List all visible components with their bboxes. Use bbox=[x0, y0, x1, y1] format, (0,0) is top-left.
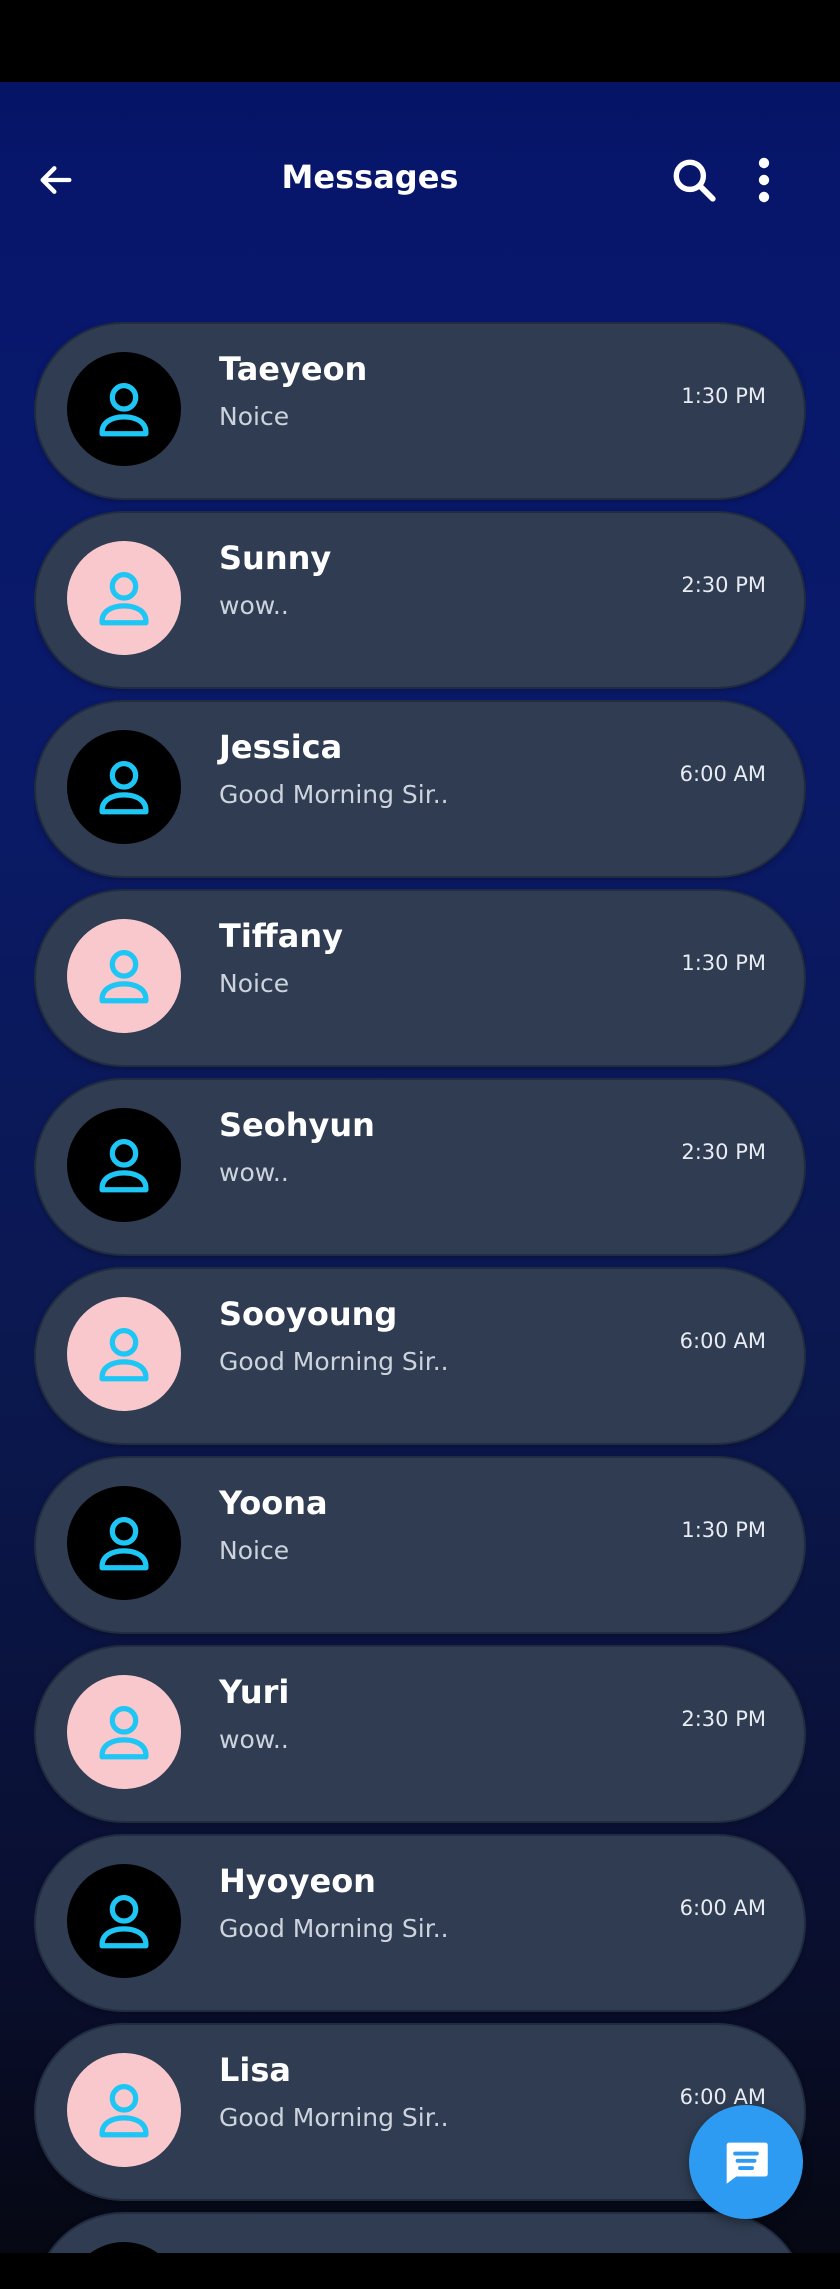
conversation-item[interactable]: Yuri wow.. 2:30 PM bbox=[34, 1645, 806, 1823]
message-time: 2:30 PM bbox=[681, 573, 766, 597]
person-icon bbox=[99, 1706, 149, 1760]
message-preview: Good Morning Sir.. bbox=[219, 1347, 449, 1376]
person-icon bbox=[99, 572, 149, 626]
person-icon bbox=[99, 1517, 149, 1571]
contact-name: Lisa bbox=[219, 2051, 291, 2089]
message-preview: wow.. bbox=[219, 1158, 289, 1187]
message-time: 1:30 PM bbox=[681, 1518, 766, 1542]
message-time: 6:00 AM bbox=[679, 762, 766, 786]
contact-name: Seohyun bbox=[219, 1106, 375, 1144]
new-message-button[interactable] bbox=[689, 2105, 803, 2219]
message-time: 6:00 AM bbox=[679, 1896, 766, 1920]
avatar bbox=[67, 1108, 181, 1222]
person-icon bbox=[99, 383, 149, 437]
navigation-bar bbox=[0, 2253, 840, 2289]
avatar bbox=[67, 1864, 181, 1978]
message-preview: Good Morning Sir.. bbox=[219, 780, 449, 809]
message-preview: Noice bbox=[219, 402, 290, 431]
search-button[interactable] bbox=[664, 150, 724, 210]
contact-name: Yuri bbox=[219, 1673, 290, 1711]
avatar bbox=[67, 919, 181, 1033]
person-icon bbox=[99, 761, 149, 815]
message-preview: Noice bbox=[219, 1536, 290, 1565]
avatar bbox=[67, 352, 181, 466]
contact-name: Hyoyeon bbox=[219, 1862, 376, 1900]
message-preview: wow.. bbox=[219, 591, 289, 620]
conversation-item[interactable]: Taeyeon Noice 1:30 PM bbox=[34, 322, 806, 500]
contact-name: Yoona bbox=[219, 1484, 328, 1522]
person-icon bbox=[99, 1895, 149, 1949]
contact-name: Sooyoung bbox=[219, 1295, 398, 1333]
contact-name: Tiffany bbox=[219, 917, 343, 955]
conversation-item[interactable]: Sooyoung Good Morning Sir.. 6:00 AM bbox=[34, 1267, 806, 1445]
conversation-item[interactable]: Tiffany Noice 1:30 PM bbox=[34, 889, 806, 1067]
conversation-item[interactable]: Hyoyeon Good Morning Sir.. 6:00 AM bbox=[34, 1834, 806, 2012]
chat-icon bbox=[726, 2142, 768, 2184]
message-preview: wow.. bbox=[219, 1725, 289, 1754]
conversation-item[interactable]: Jessica Good Morning Sir.. 6:00 AM bbox=[34, 700, 806, 878]
more-options-button[interactable] bbox=[740, 150, 788, 210]
person-icon bbox=[99, 1139, 149, 1193]
conversation-item[interactable]: Yoona Noice 1:30 PM bbox=[34, 1456, 806, 1634]
avatar bbox=[67, 1297, 181, 1411]
avatar bbox=[67, 730, 181, 844]
message-preview: Good Morning Sir.. bbox=[219, 2103, 449, 2132]
person-icon bbox=[99, 950, 149, 1004]
conversation-item[interactable]: Seohyun wow.. 2:30 PM bbox=[34, 1078, 806, 1256]
avatar bbox=[67, 2053, 181, 2167]
toolbar: Messages bbox=[0, 120, 840, 240]
message-time: 6:00 AM bbox=[679, 1329, 766, 1353]
conversation-item[interactable]: Sunny wow.. 2:30 PM bbox=[34, 511, 806, 689]
person-icon bbox=[99, 2084, 149, 2138]
more-vertical-icon bbox=[758, 157, 770, 203]
person-icon bbox=[99, 1328, 149, 1382]
conversation-list[interactable]: Taeyeon Noice 1:30 PM Sunny wow.. 2:30 PM Jess… bbox=[34, 322, 806, 2256]
conversation-item[interactable] bbox=[34, 2212, 806, 2256]
message-time: 2:30 PM bbox=[681, 1707, 766, 1731]
avatar bbox=[67, 1486, 181, 1600]
message-time: 1:30 PM bbox=[681, 951, 766, 975]
search-icon bbox=[673, 159, 716, 202]
avatar bbox=[67, 1675, 181, 1789]
contact-name: Sunny bbox=[219, 539, 332, 577]
contact-name: Jessica bbox=[219, 728, 343, 766]
status-bar bbox=[0, 0, 840, 82]
message-time: 2:30 PM bbox=[681, 1140, 766, 1164]
avatar bbox=[67, 541, 181, 655]
message-time: 1:30 PM bbox=[681, 384, 766, 408]
message-preview: Good Morning Sir.. bbox=[219, 1914, 449, 1943]
message-preview: Noice bbox=[219, 969, 290, 998]
contact-name: Taeyeon bbox=[219, 350, 368, 388]
page-title: Messages bbox=[281, 158, 459, 196]
